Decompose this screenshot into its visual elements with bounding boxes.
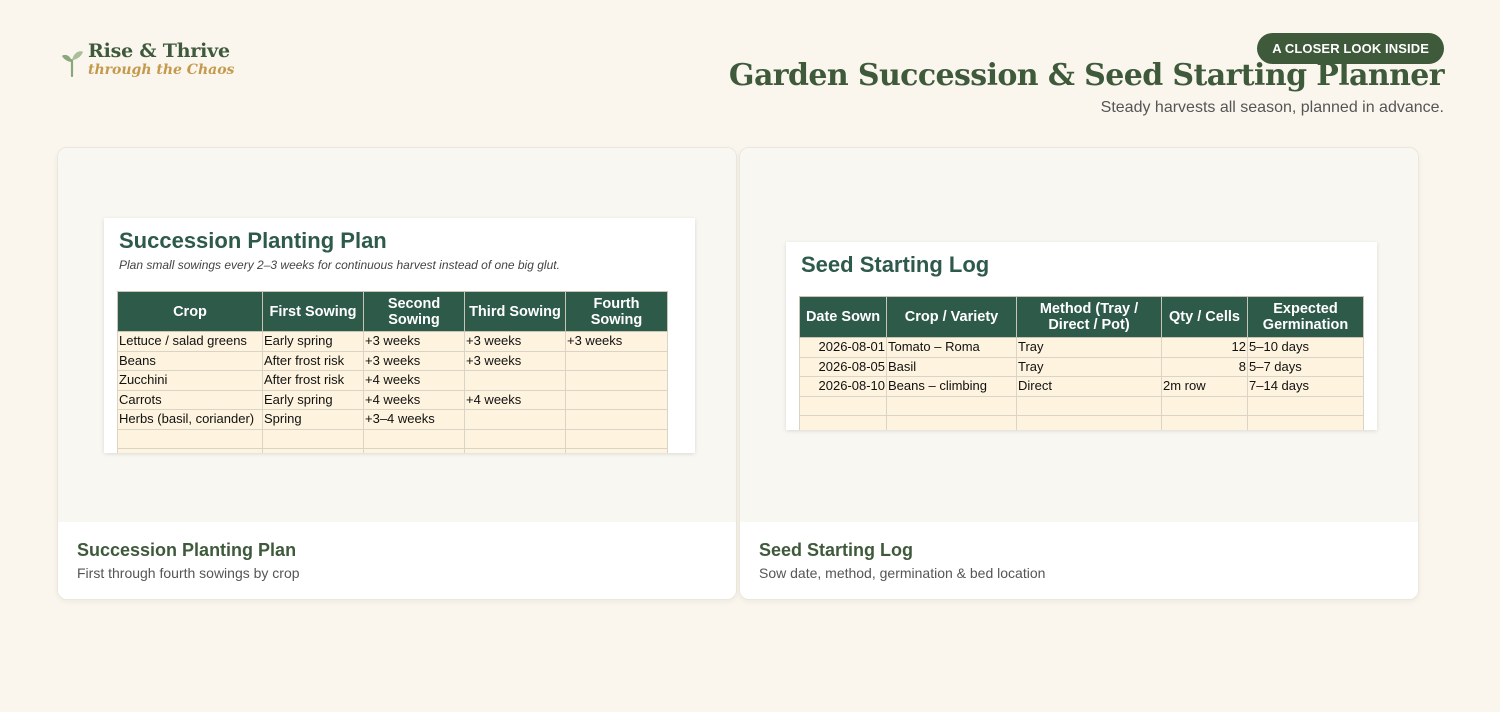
- column-header: Expected Germination: [1247, 296, 1364, 338]
- table-cell: Basil: [886, 356, 1017, 377]
- card-footer: Succession Planting Plan First through f…: [58, 522, 736, 599]
- table-cell: Tray: [1016, 356, 1162, 377]
- table-cell: Spring: [262, 409, 364, 430]
- table-cell: 8: [1161, 356, 1248, 377]
- card-description: Sow date, method, germination & bed loca…: [759, 565, 1046, 581]
- column-header: Crop / Variety: [886, 296, 1017, 338]
- column-header: Qty / Cells: [1161, 296, 1248, 338]
- seed-starting-log-card[interactable]: Seed Starting Log Date Sown Crop / Varie…: [739, 147, 1419, 600]
- card-footer: Seed Starting Log Sow date, method, germ…: [740, 522, 1418, 599]
- card-title: Succession Planting Plan: [77, 540, 297, 560]
- table-cell: Early spring: [262, 389, 364, 410]
- table-row: Carrots Early spring +4 weeks +4 weeks: [117, 389, 668, 410]
- empty-row: [117, 448, 668, 453]
- table-cell: [565, 370, 668, 391]
- table-cell: +3 weeks: [363, 331, 465, 352]
- card-preview: Seed Starting Log Date Sown Crop / Varie…: [740, 148, 1418, 522]
- succession-plan-sheet: Succession Planting Plan Plan small sowi…: [104, 218, 695, 453]
- table-cell: +3 weeks: [565, 331, 668, 352]
- table-cell: +3–4 weeks: [363, 409, 465, 430]
- table-cell: Tray: [1016, 337, 1162, 358]
- column-header: Fourth Sowing: [565, 291, 668, 332]
- column-header: Second Sowing: [363, 291, 465, 332]
- column-header: Method (Tray / Direct / Pot): [1016, 296, 1162, 338]
- table-cell: 2m row: [1161, 376, 1248, 397]
- table-cell: Direct: [1016, 376, 1162, 397]
- table-cell: Herbs (basil, coriander): [117, 409, 263, 430]
- card-preview: Succession Planting Plan Plan small sowi…: [58, 148, 736, 522]
- empty-row: [799, 415, 1364, 430]
- table-cell: After frost risk: [262, 370, 364, 391]
- table-cell: 2026-08-05: [799, 356, 887, 377]
- brand-text: Rise & Thrive through the Chaos: [88, 40, 234, 79]
- table-cell: 2026-08-10: [799, 376, 887, 397]
- empty-row: [799, 395, 1364, 416]
- sheet-title: Succession Planting Plan: [119, 228, 387, 253]
- table-cell: 12: [1161, 337, 1248, 358]
- table-cell: Tomato – Roma: [886, 337, 1017, 358]
- table-cell: 5–10 days: [1247, 337, 1364, 358]
- table-cell: [464, 370, 566, 391]
- table-header-row: Date Sown Crop / Variety Method (Tray / …: [799, 296, 1364, 338]
- table-cell: 5–7 days: [1247, 356, 1364, 377]
- column-header: Date Sown: [799, 296, 887, 338]
- brand-tagline: through the Chaos: [88, 62, 235, 78]
- table-row: Beans After frost risk +3 weeks +3 weeks: [117, 350, 668, 371]
- sheet-title: Seed Starting Log: [801, 252, 990, 277]
- table-header-row: Crop First Sowing Second Sowing Third So…: [117, 291, 668, 332]
- column-header: First Sowing: [262, 291, 364, 332]
- table-cell: [464, 409, 566, 430]
- succession-table: Crop First Sowing Second Sowing Third So…: [117, 291, 668, 453]
- sheet-note: Plan small sowings every 2–3 weeks for c…: [119, 258, 560, 272]
- table-row: 2026-08-05 Basil Tray 8 5–7 days: [799, 356, 1364, 377]
- empty-row: [117, 428, 668, 449]
- table-cell: 2026-08-01: [799, 337, 887, 358]
- table-cell: +3 weeks: [464, 350, 566, 371]
- table-cell: Early spring: [262, 331, 364, 352]
- table-cell: +4 weeks: [464, 389, 566, 410]
- table-cell: Beans: [117, 350, 263, 371]
- card-description: First through fourth sowings by crop: [77, 565, 300, 581]
- table-cell: +3 weeks: [363, 350, 465, 371]
- table-cell: After frost risk: [262, 350, 364, 371]
- brand-logo[interactable]: Rise & Thrive through the Chaos: [60, 40, 234, 79]
- table-cell: +4 weeks: [363, 389, 465, 410]
- table-cell: [565, 350, 668, 371]
- sprout-icon: [62, 51, 83, 78]
- card-title: Seed Starting Log: [759, 540, 914, 560]
- table-cell: Beans – climbing: [886, 376, 1017, 397]
- page-title: Garden Succession & Seed Starting Planne…: [728, 58, 1445, 93]
- table-cell: Lettuce / salad greens: [117, 331, 263, 352]
- seed-log-table: Date Sown Crop / Variety Method (Tray / …: [799, 296, 1364, 430]
- table-row: 2026-08-01 Tomato – Roma Tray 12 5–10 da…: [799, 337, 1364, 358]
- brand-name: Rise & Thrive: [88, 40, 230, 62]
- table-cell: +3 weeks: [464, 331, 566, 352]
- table-cell: Zucchini: [117, 370, 263, 391]
- table-row: Zucchini After frost risk +4 weeks: [117, 370, 668, 391]
- table-cell: [565, 409, 668, 430]
- column-header: Third Sowing: [464, 291, 566, 332]
- table-cell: [565, 389, 668, 410]
- table-cell: Carrots: [117, 389, 263, 410]
- page-subtitle: Steady harvests all season, planned in a…: [1100, 99, 1444, 116]
- table-cell: 7–14 days: [1247, 376, 1364, 397]
- column-header: Crop: [117, 291, 263, 332]
- seed-log-sheet: Seed Starting Log Date Sown Crop / Varie…: [786, 242, 1377, 430]
- table-row: Lettuce / salad greens Early spring +3 w…: [117, 331, 668, 352]
- succession-plan-card[interactable]: Succession Planting Plan Plan small sowi…: [57, 147, 737, 600]
- table-cell: +4 weeks: [363, 370, 465, 391]
- table-row: Herbs (basil, coriander) Spring +3–4 wee…: [117, 409, 668, 430]
- table-row: 2026-08-10 Beans – climbing Direct 2m ro…: [799, 376, 1364, 397]
